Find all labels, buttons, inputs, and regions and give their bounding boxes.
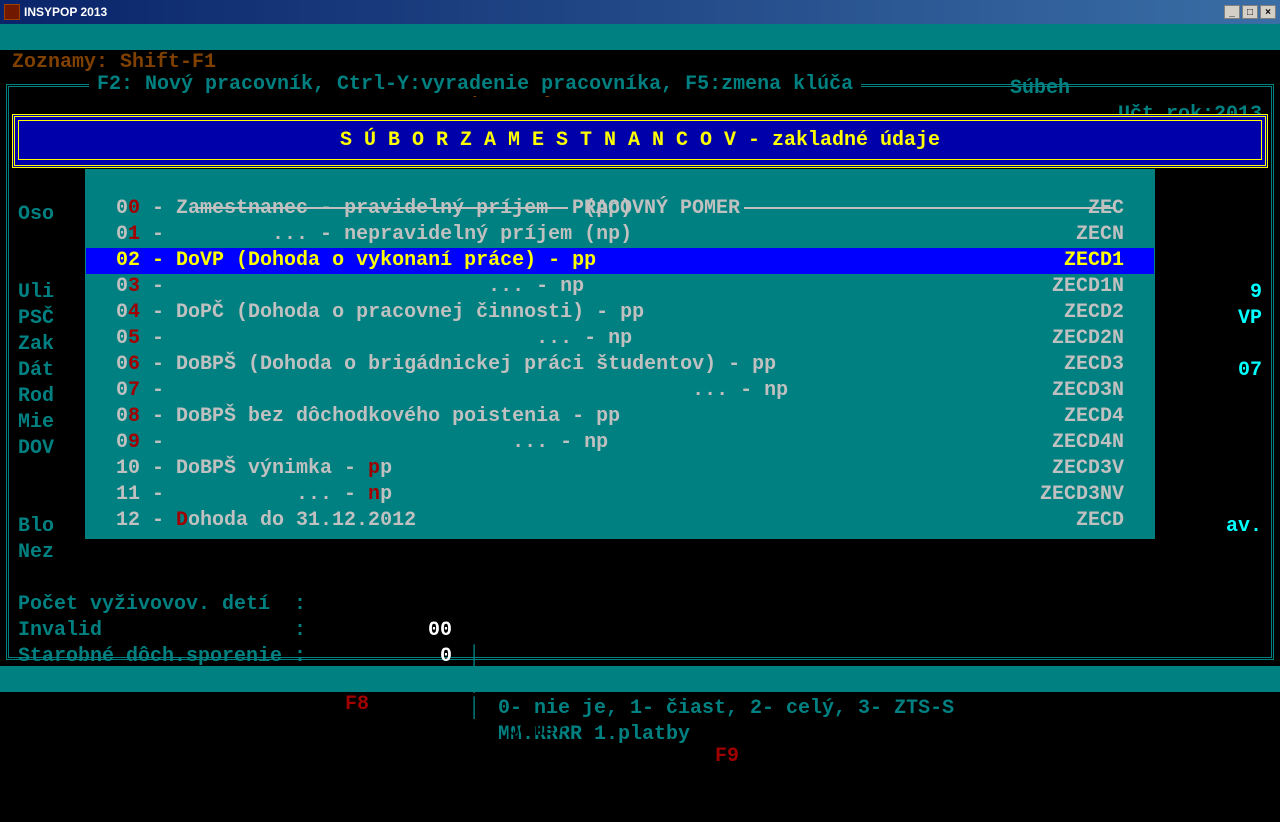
dropdown-item-09[interactable]: 09 - ... - npZECD4N <box>86 430 1154 456</box>
bg-val-uli: 9 <box>1250 280 1262 306</box>
dropdown-item-08[interactable]: 08 - DoBPŠ bez dôchodkového poistenia - … <box>86 404 1154 430</box>
dropdown-item-10[interactable]: 10 - DoBPŠ výnimka - ppZECD3V <box>86 456 1154 482</box>
terminal-screen: Zoznamy: Shift-F1 Číslo položky: 3 Voľný… <box>0 24 1280 692</box>
bg-label-blo: Blo <box>18 514 54 540</box>
f9-text: : kategória <box>745 770 877 796</box>
bg-label-nez: Nez <box>18 540 54 566</box>
top-help-bar: Zoznamy: Shift-F1 Číslo položky: 3 Voľný… <box>0 24 1280 50</box>
window-titlebar: INSYPOP 2013 _ □ × <box>0 0 1280 24</box>
dropdown-item-05[interactable]: 05 - ... - npZECD2N <box>86 326 1154 352</box>
dropdown-title: PRACOVNÝ POMER <box>86 170 1154 196</box>
bg-label-uli: Uli <box>18 280 54 306</box>
title-banner: S Ú B O R Z A M E S T N A N C O V - zakl… <box>12 114 1268 168</box>
row-children: Počet vyživovov. detí : 00 │ daňový bonu… <box>0 566 1280 592</box>
f9-key[interactable]: F9 <box>715 744 739 770</box>
app-icon <box>4 4 20 20</box>
bg-val-psc: VP <box>1238 306 1262 332</box>
dropdown-item-01[interactable]: 01 - ... - nepravidelný príjem (np)ZECN <box>86 222 1154 248</box>
row-pension: Starobné dôch.sporenie : . │ MM.RRRR 1.p… <box>0 618 1280 644</box>
bg-label-dat: Dát <box>18 358 54 384</box>
dropdown-item-12[interactable]: 12 - Dohoda do 31.12.2012ZECD <box>86 508 1154 534</box>
dropdown-item-02[interactable]: 02 - DoVP (Dohoda o vykonaní práce) - pp… <box>86 248 1154 274</box>
bg-label-rod: Rod <box>18 384 54 410</box>
window-title: INSYPOP 2013 <box>24 5 107 19</box>
bottom-help-bar: F8 : pracovný pomer F9 : kategória <box>0 666 1280 692</box>
dropdown-item-06[interactable]: 06 - DoBPŠ (Dohoda o brigádnickej práci … <box>86 352 1154 378</box>
status-subeh: Súbeh <box>1010 76 1070 102</box>
dropdown-item-00[interactable]: 00 - Zamestnanec - pravidelný príjem (pp… <box>86 196 1154 222</box>
bg-label-dov: DOV <box>18 436 54 462</box>
dropdown-item-03[interactable]: 03 - ... - npZECD1N <box>86 274 1154 300</box>
bg-val-blo: av. <box>1226 514 1262 540</box>
dropdown-item-11[interactable]: 11 - ... - npZECD3NV <box>86 482 1154 508</box>
close-button[interactable]: × <box>1260 5 1276 19</box>
bg-label-oso: Oso <box>18 202 54 228</box>
row-invalid: Invalid : 0 │ 0- nie je, 1- čiast, 2- ce… <box>0 592 1280 618</box>
bg-label-zak: Zak <box>18 332 54 358</box>
f8-text: : pracovný pomer <box>375 718 567 744</box>
f8-key[interactable]: F8 <box>345 692 369 718</box>
minimize-button[interactable]: _ <box>1224 5 1240 19</box>
dropdown-item-07[interactable]: 07 - ... - npZECD3N <box>86 378 1154 404</box>
help-mid-label: Číslo položky: <box>400 76 568 102</box>
bg-val-dat: 07 <box>1238 358 1262 384</box>
status-line: Súbeh Učt.rok:2013 <box>0 50 1280 76</box>
bg-label-psc: PSČ <box>18 306 54 332</box>
bg-label-mie: Mie <box>18 410 54 436</box>
dropdown-pracovny-pomer: PRACOVNÝ POMER 00 - Zamestnanec - pravid… <box>85 169 1155 539</box>
maximize-button[interactable]: □ <box>1242 5 1258 19</box>
title-banner-text: S Ú B O R Z A M E S T N A N C O V - zakl… <box>18 120 1262 160</box>
dropdown-item-04[interactable]: 04 - DoPČ (Dohoda o pracovnej činnosti) … <box>86 300 1154 326</box>
